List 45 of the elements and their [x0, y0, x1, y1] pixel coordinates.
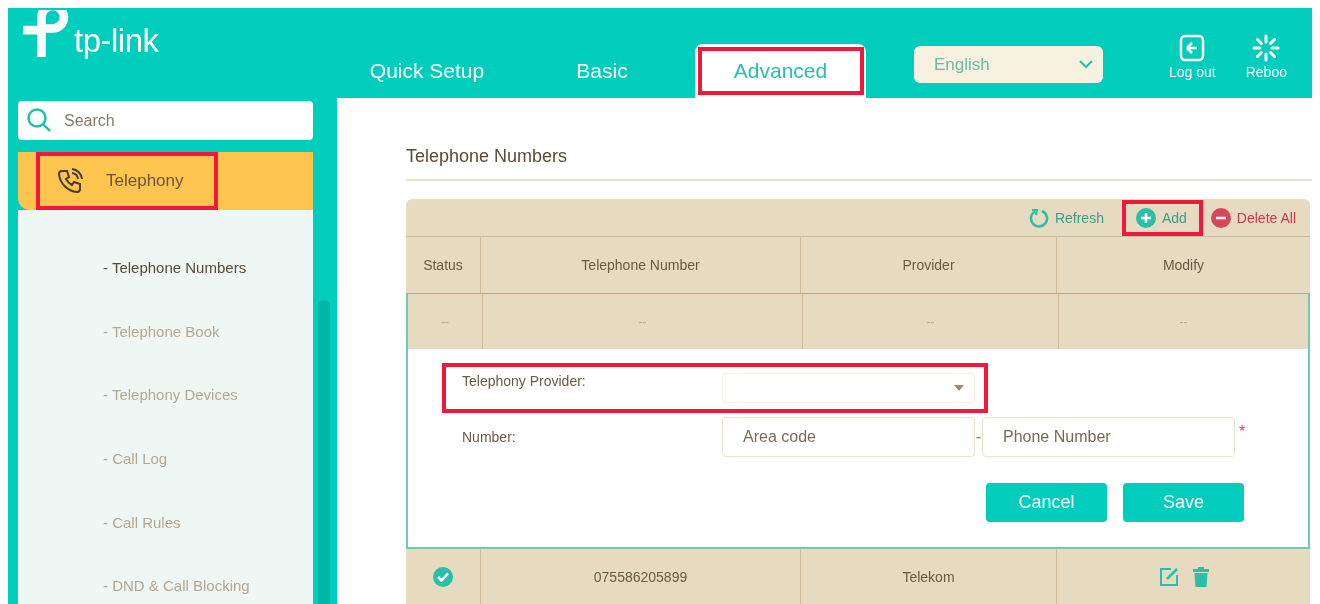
add-button[interactable]: Add — [1121, 199, 1203, 236]
nav-tab[interactable]: Basic — [517, 57, 687, 85]
sidebar-section[interactable]: Telephony — [18, 152, 313, 210]
trash-icon[interactable] — [1192, 567, 1209, 587]
area-code-field[interactable]: Area code — [722, 417, 975, 457]
save-button[interactable]: Save — [1123, 483, 1244, 522]
provider-select[interactable] — [722, 373, 975, 403]
nav-tab[interactable]: Quick Setup — [337, 57, 517, 85]
phone-icon — [56, 167, 84, 195]
reboot-button[interactable]: Reboo — [1239, 34, 1293, 98]
field-label: Telephony Provider: — [462, 373, 587, 389]
refresh-icon — [1028, 207, 1049, 228]
chevron-down-icon — [1079, 60, 1093, 69]
logout-button[interactable]: Log out — [1163, 34, 1222, 98]
refresh-button[interactable]: Refresh — [1014, 199, 1120, 236]
logout-icon — [1179, 34, 1206, 62]
delete-all-button[interactable]: Delete All — [1204, 199, 1302, 236]
sidebar-item[interactable]: - Call Rules — [103, 490, 181, 554]
column-header: Modify — [1056, 237, 1310, 293]
section-label: Telephony — [106, 171, 184, 191]
sidebar-item[interactable]: - Call Log — [103, 426, 168, 491]
table-cell: Telekom — [800, 549, 1056, 604]
minus-circle-icon — [1210, 207, 1231, 228]
sidebar-item[interactable]: - Telephone Numbers — [103, 236, 247, 300]
column-header: Provider — [800, 237, 1056, 293]
sidebar-item[interactable]: - Telephony Devices — [103, 363, 238, 427]
table-cell: 075586205899 — [480, 549, 800, 604]
page-title: Telephone Numbers — [406, 146, 569, 167]
edit-icon[interactable] — [1158, 567, 1179, 587]
sidebar-item[interactable]: - Telephone Book — [103, 299, 220, 364]
search-field[interactable]: Search — [18, 101, 313, 140]
language-select[interactable]: English — [914, 46, 1103, 83]
brand-name: tp-link — [74, 22, 159, 60]
column-header: Status — [422, 256, 464, 275]
cancel-button[interactable]: Cancel — [986, 483, 1107, 522]
phone-number-field[interactable]: Phone Number — [982, 417, 1235, 457]
plus-circle-icon — [1135, 207, 1156, 228]
reboot-icon — [1252, 34, 1281, 62]
column-header: Telephone Number — [480, 237, 800, 293]
sidebar-item[interactable]: - DND & Call Blocking — [103, 553, 250, 604]
field-label: Number: — [462, 429, 517, 445]
table-cell-text: -- — [440, 313, 450, 331]
separator: - — [975, 428, 982, 446]
dropdown-arrow-icon — [954, 385, 964, 391]
required-mark: * — [1239, 423, 1246, 441]
